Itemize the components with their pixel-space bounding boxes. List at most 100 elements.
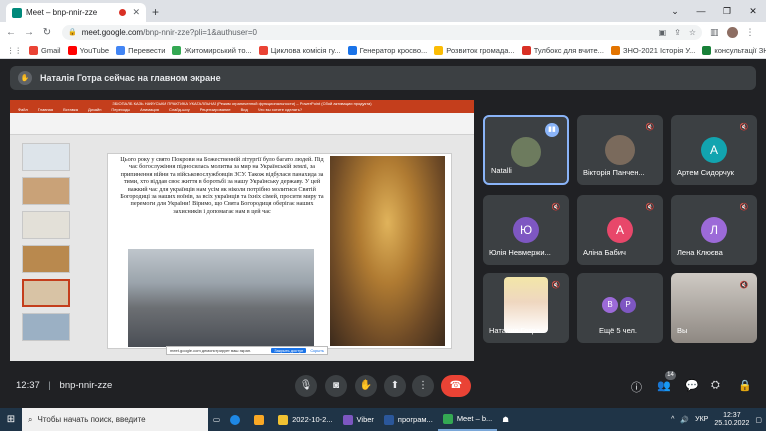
participant-tile[interactable]: 🔇 Вікторія Панчен... xyxy=(577,115,663,185)
volume-icon[interactable]: 🔊 xyxy=(680,416,689,424)
bookmark-label: YouTube xyxy=(79,45,110,55)
present-screen-icon[interactable]: ⬆ xyxy=(384,375,406,397)
participant-name: Юлія Невмержи... xyxy=(489,248,551,257)
bookmark-favicon-icon xyxy=(702,45,712,55)
participant-name: Natalli xyxy=(491,166,512,175)
bookmark-item[interactable]: Розвиток громада... xyxy=(434,45,515,55)
system-tray: ^ 🔊 УКР 12:37 25.10.2022 ▢ xyxy=(671,408,762,431)
bookmark-star-icon[interactable]: ☆ xyxy=(689,28,696,37)
participant-tile[interactable]: 🔇 Вы xyxy=(671,273,757,343)
raise-hand-icon[interactable]: ✋ xyxy=(355,375,377,397)
new-tab-icon[interactable]: + xyxy=(152,5,159,19)
stop-sharing-button[interactable]: Закрыть доступ xyxy=(271,348,307,353)
bookmark-item[interactable]: Тулбокс для вчите... xyxy=(521,45,604,55)
bookmark-label: Gmail xyxy=(41,45,61,55)
windows-start-icon[interactable]: ⊞ xyxy=(0,408,22,431)
ribbon-tab[interactable]: Переходы xyxy=(111,107,130,113)
slide-thumbnail xyxy=(22,143,70,171)
ribbon-tab[interactable]: Анимация xyxy=(140,107,159,113)
edge-icon[interactable] xyxy=(225,408,249,431)
explorer-icon[interactable] xyxy=(249,408,273,431)
bookmark-label: Циклова комісія гу... xyxy=(270,45,341,55)
meet-controls-bar: 12:37 | bnp-nnir-zze 🎙 ◙ ✋ ⬆ ⋮ ☎ ⓘ 👥 💬 ⛭… xyxy=(0,370,766,406)
participant-avatar: А xyxy=(607,217,633,243)
bookmark-item[interactable]: Перевести xyxy=(116,45,165,55)
close-tab-icon[interactable]: ✕ xyxy=(132,7,140,18)
chat-icon[interactable]: 💬 xyxy=(685,379,699,392)
language-indicator[interactable]: УКР xyxy=(695,416,708,423)
bookmark-favicon-icon xyxy=(521,45,531,55)
participants-icon[interactable]: 👥 xyxy=(657,379,671,392)
meet-favicon-icon xyxy=(12,7,22,18)
more-options-icon[interactable]: ⋮ xyxy=(412,375,434,397)
sidepanel-icon[interactable]: ▥ xyxy=(710,27,719,38)
taskbar-search[interactable]: ⌕ Чтобы начать поиск, введите xyxy=(22,408,208,431)
participant-name: Вы xyxy=(677,326,688,335)
bookmark-item[interactable]: консультації ЗНО xyxy=(702,45,766,55)
leave-call-button[interactable]: ☎ xyxy=(441,375,471,397)
participant-tile[interactable]: В Р Ещё 5 чел. xyxy=(577,273,663,343)
task-view-icon[interactable]: ▭ xyxy=(208,408,225,431)
participant-tile[interactable]: А 🔇 Аліна Бабич xyxy=(577,195,663,265)
taskbar-app[interactable]: Meet – b... xyxy=(437,408,498,431)
camera-icon[interactable]: ◙ xyxy=(325,375,347,397)
ribbon-tab[interactable]: Дизайн xyxy=(88,107,101,113)
taskbar-app[interactable]: Viber xyxy=(338,408,379,431)
bookmark-favicon-icon xyxy=(29,45,38,55)
participant-avatar: А xyxy=(701,137,727,163)
bookmark-item[interactable]: Генератор кросво... xyxy=(347,45,427,55)
participants-count-badge: 14 xyxy=(665,371,676,380)
profile-avatar[interactable] xyxy=(726,26,738,38)
activities-icon[interactable]: ⛭ xyxy=(711,379,720,392)
mic-muted-icon: 🔇 xyxy=(645,124,655,131)
participant-tile[interactable]: Л 🔇 Лена Клюєва xyxy=(671,195,757,265)
bookmark-item[interactable]: ЗНО-2021 Історія У... xyxy=(610,45,695,55)
taskbar-app[interactable]: програм... xyxy=(379,408,438,431)
ribbon-tab[interactable]: Рецензирование xyxy=(200,107,231,113)
bookmark-item[interactable]: Житомирський то... xyxy=(172,45,252,55)
ribbon-tab[interactable]: Вставка xyxy=(63,107,78,113)
apps-icon[interactable]: ⋮⋮ xyxy=(7,46,22,55)
participant-tile[interactable]: А 🔇 Артем Сидорчук xyxy=(671,115,757,185)
address-bar[interactable]: 🔒 meet.google.com /bnp-nnir-zze?pli=1&au… xyxy=(62,24,702,40)
participant-tile[interactable]: 🔇 Наталия Готра xyxy=(483,273,569,343)
camera-permission-icon[interactable]: ▣ xyxy=(659,28,667,37)
tray-expand-icon[interactable]: ^ xyxy=(671,416,674,423)
bookmark-favicon-icon xyxy=(434,45,444,55)
forward-icon[interactable]: → xyxy=(22,27,36,38)
slide-thumbnail xyxy=(22,177,70,205)
back-icon[interactable]: ← xyxy=(4,27,18,38)
taskbar-app[interactable]: 2022-10-2... xyxy=(273,408,337,431)
participant-name: Наталия Готра xyxy=(489,326,540,335)
meeting-time: 12:37 xyxy=(16,380,40,391)
host-controls-icon[interactable]: 🔒 xyxy=(738,379,752,392)
close-window-icon[interactable]: ✕ xyxy=(740,0,766,22)
ribbon-tab[interactable]: Файл xyxy=(18,107,28,113)
participant-avatar: В xyxy=(602,297,618,313)
ribbon-tab[interactable]: Слайд-шоу xyxy=(169,107,190,113)
ribbon-tab[interactable]: Вид xyxy=(241,107,248,113)
menu-icon[interactable]: ⋮ xyxy=(746,27,755,38)
minimize-icon[interactable]: — xyxy=(688,0,714,22)
bookmark-item[interactable]: YouTube xyxy=(67,45,110,55)
meeting-info-icon[interactable]: ⓘ xyxy=(631,379,642,395)
bookmark-item[interactable]: Циклова комісія гу... xyxy=(258,45,341,55)
people-icon[interactable]: ☗ xyxy=(497,408,514,431)
ribbon-tab[interactable]: Главная xyxy=(38,107,53,113)
participant-tile[interactable]: Ю 🔇 Юлія Невмержи... xyxy=(483,195,569,265)
meeting-code: bnp-nnir-zze xyxy=(59,380,113,391)
browser-tab-meet[interactable]: Meet – bnp-nnir-zze ✕ xyxy=(6,3,146,22)
mic-muted-icon: 🔇 xyxy=(739,282,749,289)
share-icon[interactable]: ⇪ xyxy=(674,28,681,37)
notifications-icon[interactable]: ▢ xyxy=(755,416,762,424)
ribbon-tab[interactable]: Что вы хотите сделать? xyxy=(258,107,302,113)
hide-notification-button[interactable]: Скрыть xyxy=(310,348,324,353)
bookmark-item[interactable]: Gmail xyxy=(29,45,61,55)
church-interior-photo xyxy=(330,156,445,346)
slide-thumbnail xyxy=(22,313,70,341)
microphone-icon[interactable]: 🎙 xyxy=(295,375,317,397)
participant-tile[interactable]: ▮▮ Natalli xyxy=(483,115,569,185)
tab-search-icon[interactable]: ⌄ xyxy=(662,0,688,22)
reload-icon[interactable]: ↻ xyxy=(40,27,54,38)
maximize-icon[interactable]: ❐ xyxy=(714,0,740,22)
